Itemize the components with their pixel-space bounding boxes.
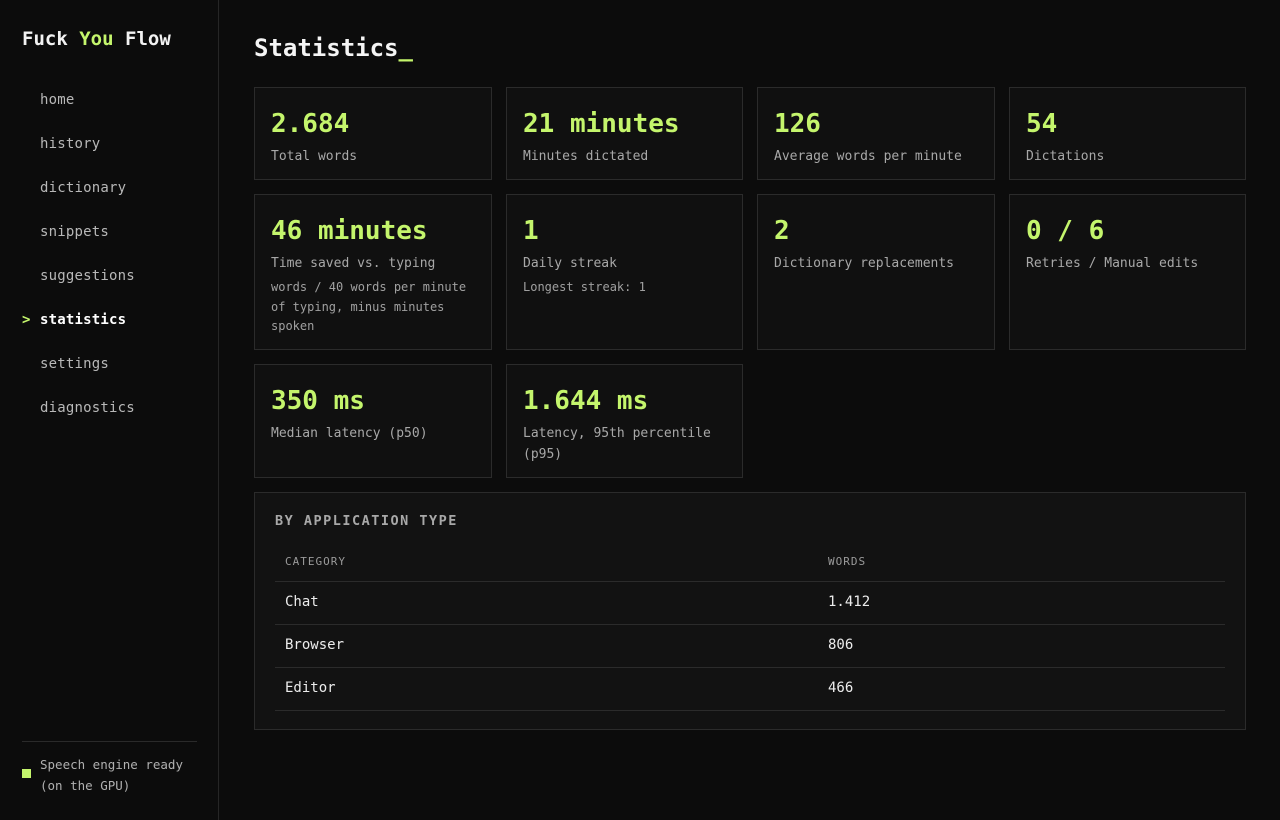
cell-words: 806 xyxy=(828,637,854,653)
stat-value: 46 minutes xyxy=(271,216,428,246)
sidebar-item-suggestions[interactable]: suggestions xyxy=(0,254,218,298)
stat-value: 0 / 6 xyxy=(1026,216,1105,246)
brand-word-1: Fuck xyxy=(22,28,68,50)
stat-value: 1.644 ms xyxy=(523,386,649,416)
table-row: Chat 1.412 xyxy=(275,582,1225,625)
stat-label: Latency, 95th percentile (p95) xyxy=(523,426,711,462)
sidebar-item-diagnostics[interactable]: diagnostics xyxy=(0,386,218,430)
sidebar-item-label: statistics xyxy=(40,312,127,328)
page-title: Statistics_ xyxy=(254,34,413,62)
table-row: Editor 466 xyxy=(275,668,1225,711)
sidebar-item-statistics[interactable]: > statistics xyxy=(0,298,218,342)
stat-note: words / 40 words per minute of typing, m… xyxy=(271,280,467,333)
active-chevron-icon: > xyxy=(22,312,31,328)
stat-card-daily-streak: 1 Daily streak Longest streak: 1 xyxy=(506,194,743,350)
title-cursor: _ xyxy=(398,34,413,62)
stat-value: 2.684 xyxy=(271,109,350,139)
sidebar-item-home[interactable]: home xyxy=(0,78,218,122)
cell-category: Editor xyxy=(285,680,336,696)
stat-value: 350 ms xyxy=(271,386,365,416)
status-line-1: Speech engine ready xyxy=(40,757,183,772)
sidebar-item-snippets[interactable]: snippets xyxy=(0,210,218,254)
status-line-2: (on the GPU) xyxy=(40,778,131,793)
stat-value: 54 xyxy=(1026,109,1058,139)
sidebar-item-label: dictionary xyxy=(40,180,127,196)
stat-card-average-wpm: 126 Average words per minute xyxy=(757,87,995,180)
stat-card-total-words: 2.684 Total words xyxy=(254,87,492,180)
stat-label: Dictionary replacements xyxy=(774,256,955,271)
stat-label: Median latency (p50) xyxy=(271,426,428,441)
stat-label: Average words per minute xyxy=(774,149,962,164)
sidebar-item-label: settings xyxy=(40,356,110,372)
stat-label: Retries / Manual edits xyxy=(1026,256,1199,271)
sidebar-item-settings[interactable]: settings xyxy=(0,342,218,386)
stat-value: 126 xyxy=(774,109,821,139)
stat-card-dictionary-replacements: 2 Dictionary replacements xyxy=(757,194,995,350)
engine-status: Speech engine ready (on the GPU) xyxy=(22,741,197,796)
stat-value: 1 xyxy=(523,216,539,246)
table-row: Browser 806 xyxy=(275,625,1225,668)
sidebar-item-history[interactable]: history xyxy=(0,122,218,166)
cell-category: Browser xyxy=(285,637,345,653)
stat-card-median-latency: 350 ms Median latency (p50) xyxy=(254,364,492,478)
cell-category: Chat xyxy=(285,594,319,610)
sidebar-item-label: diagnostics xyxy=(40,400,135,416)
stat-label: Time saved vs. typing xyxy=(271,256,436,271)
application-type-table: CATEGORY WORDS Chat 1.412 Browser 806 Ed… xyxy=(275,548,1225,711)
status-text: Speech engine ready (on the GPU) xyxy=(40,754,197,796)
stat-card-minutes-dictated: 21 minutes Minutes dictated xyxy=(506,87,743,180)
sidebar-item-dictionary[interactable]: dictionary xyxy=(0,166,218,210)
section-title: BY APPLICATION TYPE xyxy=(275,513,458,529)
stat-card-time-saved: 46 minutes Time saved vs. typing words /… xyxy=(254,194,492,350)
sidebar: Fuck You Flow home history dictionary sn… xyxy=(0,0,219,820)
stat-label: Minutes dictated xyxy=(523,149,649,164)
sidebar-item-label: snippets xyxy=(40,224,110,240)
stat-card-retries-edits: 0 / 6 Retries / Manual edits xyxy=(1009,194,1246,350)
cell-words: 1.412 xyxy=(828,594,871,610)
app-logo: Fuck You Flow xyxy=(22,28,171,50)
brand-word-3: Flow xyxy=(125,28,171,50)
stat-label: Daily streak xyxy=(523,256,617,271)
column-header-words: WORDS xyxy=(828,555,867,568)
stat-value: 2 xyxy=(774,216,790,246)
status-indicator-icon xyxy=(22,769,31,778)
sidebar-item-label: suggestions xyxy=(40,268,135,284)
stat-note: Longest streak: 1 xyxy=(523,280,646,294)
cell-words: 466 xyxy=(828,680,854,696)
table-header: CATEGORY WORDS xyxy=(275,548,1225,582)
sidebar-nav: home history dictionary snippets suggest… xyxy=(0,78,218,430)
sidebar-item-label: history xyxy=(40,136,101,152)
application-type-panel: BY APPLICATION TYPE CATEGORY WORDS Chat … xyxy=(254,492,1246,730)
stat-label: Dictations xyxy=(1026,149,1105,164)
app-window: Fuck You Flow home history dictionary sn… xyxy=(0,0,1280,820)
brand-word-2: You xyxy=(79,28,114,50)
stat-value: 21 minutes xyxy=(523,109,680,139)
page-title-text: Statistics xyxy=(254,34,399,62)
sidebar-item-label: home xyxy=(40,92,75,108)
stat-card-dictations: 54 Dictations xyxy=(1009,87,1246,180)
stat-card-p95-latency: 1.644 ms Latency, 95th percentile (p95) xyxy=(506,364,743,478)
stat-label: Total words xyxy=(271,149,358,164)
column-header-category: CATEGORY xyxy=(285,555,346,568)
